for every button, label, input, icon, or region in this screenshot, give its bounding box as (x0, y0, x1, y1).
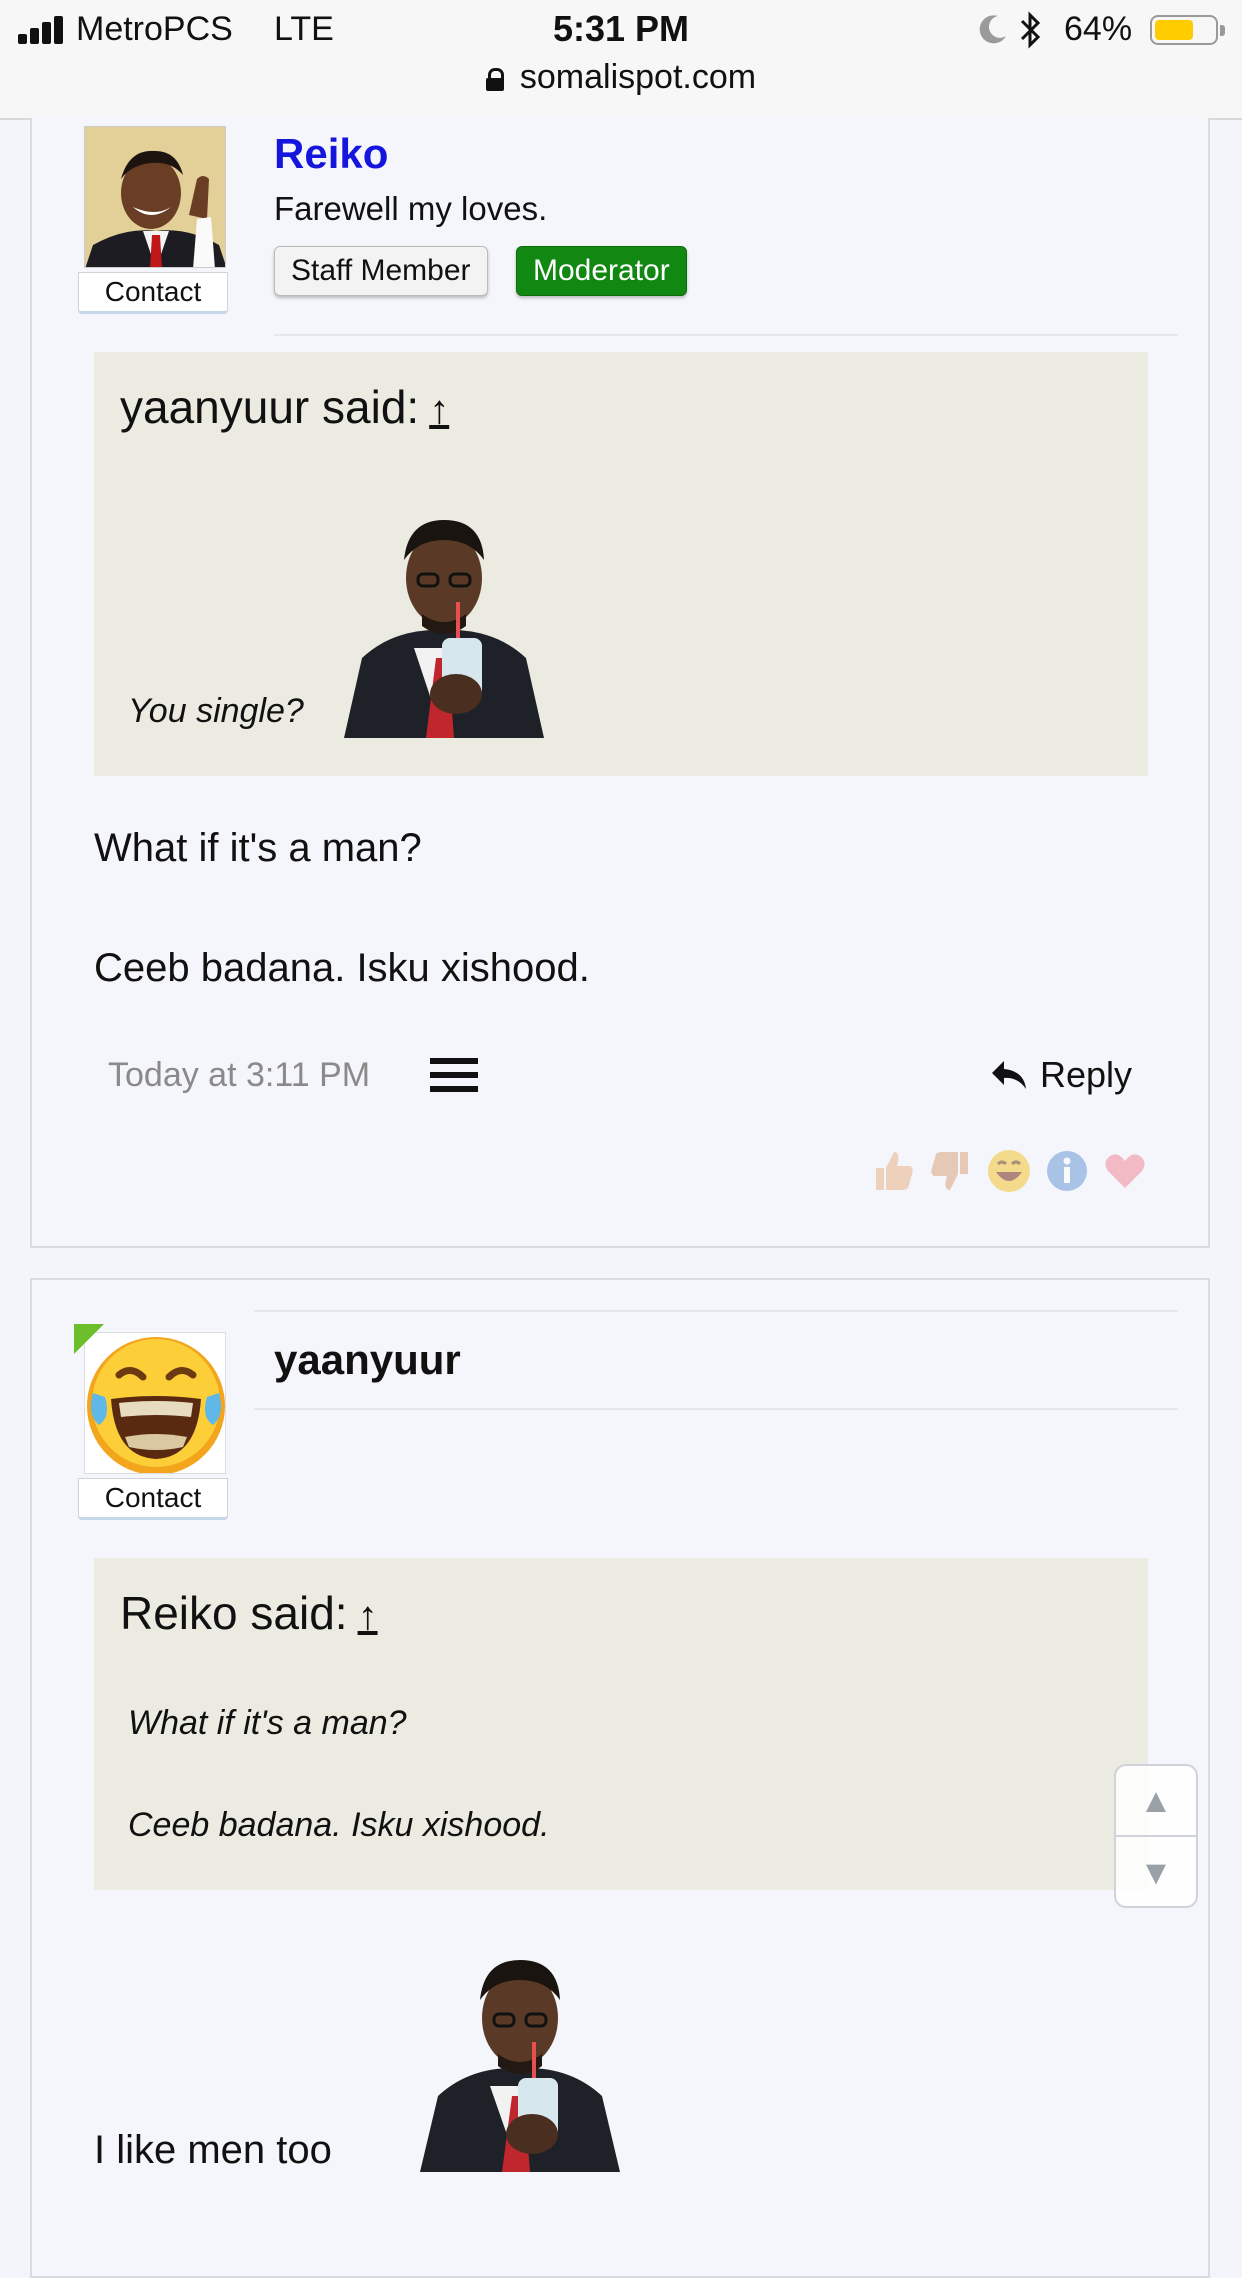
post-body: I like men too (94, 2128, 332, 2172)
username-yaanyuur[interactable]: yaanyuur (274, 1336, 461, 1384)
scroll-up-button[interactable]: ▲ (1116, 1766, 1196, 1836)
staff-member-badge: Staff Member (274, 246, 488, 296)
user-tagline: Farewell my loves. (274, 190, 548, 227)
avatar-yaanyuur[interactable] (84, 1332, 226, 1474)
reply-icon (992, 1061, 1026, 1089)
divider (274, 334, 1178, 336)
quote-author[interactable]: Reiko said: ↑ (120, 1586, 378, 1640)
reply-label: Reply (1040, 1054, 1133, 1095)
post-body-line-2: Ceeb badana. Isku xishood. (94, 946, 590, 990)
quoted-image (344, 498, 544, 738)
laugh-icon[interactable] (986, 1148, 1032, 1194)
clock: 5:31 PM (552, 8, 690, 49)
jump-to-quote-icon[interactable]: ↑ (429, 388, 449, 433)
quote-author[interactable]: yaanyuur said: ↑ (120, 380, 449, 434)
divider (254, 1310, 1178, 1312)
moon-icon (979, 15, 1006, 44)
url-bar[interactable]: somalispot.com (0, 58, 1242, 97)
moderator-badge: Moderator (516, 246, 687, 296)
quote-block: Reiko said: ↑ What if it's a man? Ceeb ba… (94, 1558, 1148, 1890)
battery-icon (1150, 15, 1225, 45)
online-indicator (74, 1324, 104, 1354)
posted-image (380, 1940, 660, 2172)
menu-icon[interactable] (430, 1058, 478, 1092)
username-reiko[interactable]: Reiko (274, 130, 388, 178)
post-body-line-1: What if it's a man? (94, 826, 422, 870)
reply-button[interactable]: Reply (990, 1054, 1132, 1096)
like-icon[interactable] (870, 1148, 916, 1194)
avatar-reiko[interactable] (84, 126, 226, 268)
post-timestamp[interactable]: Today at 3:11 PM (108, 1056, 370, 1095)
contact-button[interactable]: Contact (78, 272, 228, 314)
quote-block: yaanyuur said: ↑ You single? (94, 352, 1148, 776)
bluetooth-icon (1020, 11, 1041, 49)
scroll-buttons: ▲ ▼ (1114, 1764, 1198, 1908)
divider (254, 1408, 1178, 1410)
jump-to-quote-icon[interactable]: ↑ (358, 1594, 378, 1639)
quote-line-2: Ceeb badana. Isku xishood. (128, 1806, 550, 1844)
lock-icon (485, 68, 504, 91)
heart-icon[interactable] (1102, 1148, 1148, 1194)
status-bar: MetroPCS LTE 5:31 PM 64% somalispot.com (0, 0, 1242, 120)
contact-button[interactable]: Contact (78, 1478, 228, 1520)
info-icon[interactable] (1044, 1148, 1090, 1194)
quote-text: You single? (128, 692, 304, 730)
battery-percent: 64% (1064, 10, 1133, 48)
quote-line-1: What if it's a man? (128, 1704, 407, 1742)
url-text: somalispot.com (519, 58, 757, 96)
dislike-icon[interactable] (928, 1148, 974, 1194)
reaction-bar (870, 1148, 1150, 1198)
scroll-down-button[interactable]: ▼ (1116, 1838, 1196, 1908)
